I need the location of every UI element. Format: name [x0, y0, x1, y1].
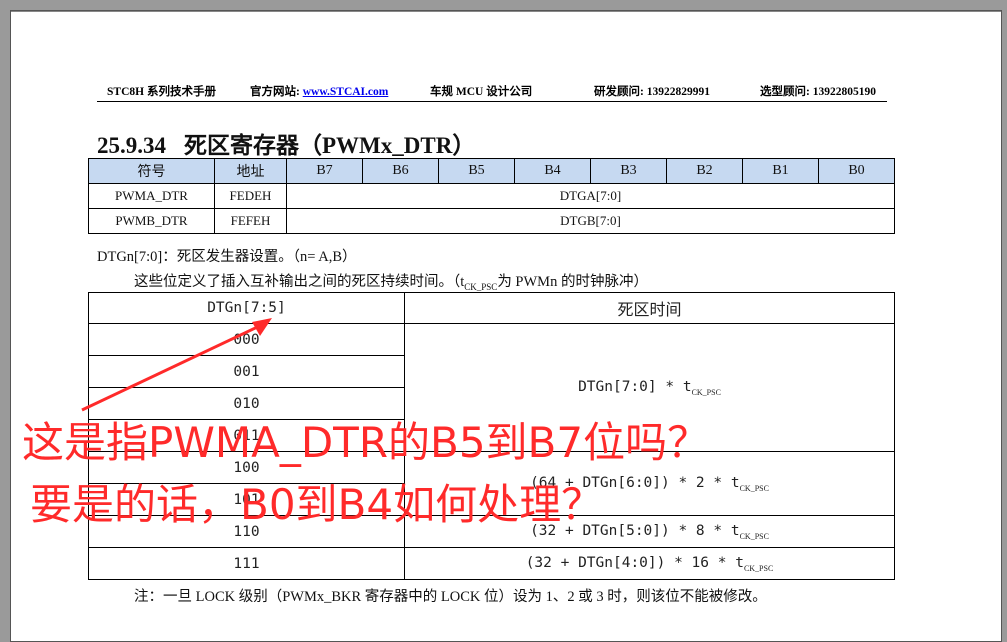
annotation-question-1: 这是指PWMA_DTR的B5到B7位吗？	[22, 418, 710, 467]
arrow-head	[252, 318, 272, 336]
annotation-question-2: 要是的话，B0到B4如何处理？	[30, 480, 604, 529]
arrow-shaft	[81, 320, 269, 412]
annotation-arrow	[81, 318, 272, 412]
